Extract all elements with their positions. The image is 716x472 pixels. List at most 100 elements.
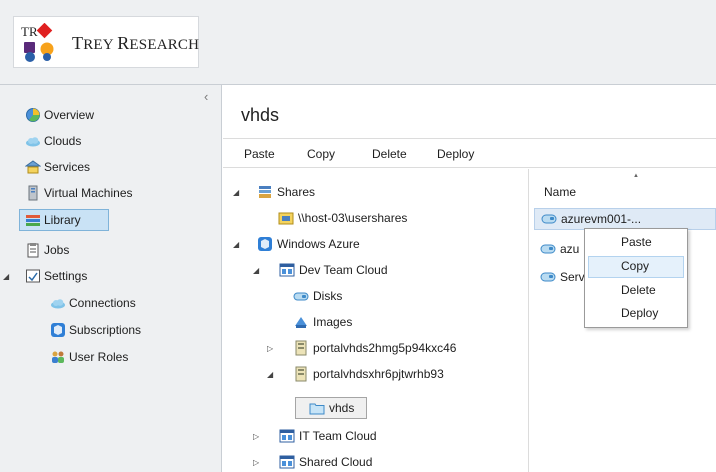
list-row[interactable]: azu — [540, 238, 579, 260]
virtual-machine-icon — [28, 185, 38, 201]
list-row-label: azu — [560, 242, 580, 256]
nav-item-label: Jobs — [44, 243, 70, 257]
tree-node-images[interactable]: Images — [293, 311, 352, 333]
page-title: vhds — [241, 105, 280, 125]
nav-item-overview[interactable]: Overview — [25, 104, 94, 126]
context-menu-paste[interactable]: Paste — [588, 232, 684, 254]
toolbar: Paste Copy Delete Deploy — [223, 138, 716, 168]
nav-item-library[interactable]: Library — [19, 209, 109, 231]
services-icon — [25, 160, 41, 174]
tree-node-it-team-cloud[interactable]: ▷ IT Team Cloud — [253, 425, 377, 447]
tree-node-portalvhds2hmg5p94kxc46[interactable]: ▷ portalvhds2hmg5p94kxc46 — [267, 337, 456, 359]
header-bar: TR TREY RESEARCH — [0, 0, 716, 85]
tree-node-label: vhds — [329, 401, 355, 415]
tree-node-vhds[interactable]: vhds — [295, 397, 368, 419]
collapsed-arrow-icon[interactable]: ▷ — [267, 344, 279, 353]
list-row[interactable]: Serv — [540, 266, 585, 288]
tree-node-label: IT Team Cloud — [299, 429, 377, 443]
library-icon — [26, 215, 40, 226]
copy-button[interactable]: Copy — [307, 147, 335, 161]
tree-node-label: Shares — [277, 185, 316, 199]
nav-item-clouds[interactable]: Clouds — [25, 130, 81, 152]
nav-item-label: User Roles — [69, 350, 129, 364]
nav-item-jobs[interactable]: Jobs — [25, 239, 69, 261]
tree-node-shares[interactable]: ◢ Shares — [233, 181, 315, 203]
tree-node-label: Disks — [313, 289, 343, 303]
tree-node-label: Dev Team Cloud — [299, 263, 388, 277]
disk-icon — [541, 214, 557, 224]
column-header-name[interactable]: Name — [544, 185, 576, 199]
disk-icon — [540, 244, 556, 254]
subscriptions-icon — [51, 323, 65, 337]
nav-item-user-roles[interactable]: User Roles — [50, 346, 128, 368]
tree-node-label: portalvhdsxhr6pjtwrhb93 — [313, 367, 444, 381]
context-menu-copy[interactable]: Copy — [588, 256, 684, 278]
nav-item-virtual-machines[interactable]: Virtual Machines — [25, 182, 133, 204]
library-tree: ◢ Shares \\host-03\usershares ◢ Windows … — [223, 169, 529, 472]
folder-icon — [309, 403, 325, 415]
tree-node-label: Images — [313, 315, 353, 329]
nav-item-services[interactable]: Services — [25, 156, 90, 178]
nav-item-label: Clouds — [44, 134, 82, 148]
tree-node-label: \\host-03\usershares — [298, 211, 408, 225]
storage-container-icon — [295, 340, 307, 356]
disk-icon — [293, 292, 309, 301]
tree-node-windows-azure[interactable]: ◢ Windows Azure — [233, 233, 360, 255]
paste-button[interactable]: Paste — [244, 147, 275, 161]
nav-item-label: Overview — [44, 108, 95, 122]
settings-icon — [26, 269, 40, 283]
nav-item-label: Library — [44, 213, 81, 227]
nav-item-label: Virtual Machines — [44, 186, 133, 200]
tree-node-dev-team-cloud[interactable]: ◢ Dev Team Cloud — [253, 259, 388, 281]
network-share-icon — [278, 212, 294, 225]
overview-icon — [26, 108, 40, 122]
tree-node-disks[interactable]: Disks — [293, 285, 342, 307]
tree-node-label: Shared Cloud — [299, 455, 373, 469]
disk-icon — [540, 272, 556, 282]
tree-node-shared-cloud[interactable]: ▷ Shared Cloud — [253, 451, 372, 472]
collapse-nav-icon[interactable]: ‹ — [204, 89, 208, 104]
expanded-arrow-icon[interactable]: ◢ — [233, 188, 245, 197]
sort-ascending-icon[interactable]: ▲ — [633, 173, 639, 179]
jobs-icon — [27, 243, 39, 258]
nav-item-settings[interactable]: Settings — [25, 265, 87, 287]
user-roles-icon — [52, 351, 64, 363]
collapsed-arrow-icon[interactable]: ▷ — [253, 458, 265, 467]
logo-wordmark: TREY RESEARCH — [72, 33, 200, 53]
settings-expand-icon[interactable]: ◢ — [3, 272, 9, 281]
shares-icon — [259, 186, 271, 198]
svg-text:TR: TR — [21, 24, 38, 39]
collapsed-arrow-icon[interactable]: ▷ — [253, 432, 265, 441]
context-menu-delete[interactable]: Delete — [588, 280, 684, 302]
tree-node-portalvhdsxhr6pjtwrhb93[interactable]: ◢ portalvhdsxhr6pjtwrhb93 — [267, 363, 444, 385]
nav-item-label: Settings — [44, 269, 88, 283]
context-menu-deploy[interactable]: Deploy — [588, 303, 684, 325]
cloud-window-icon — [279, 455, 295, 469]
nav-item-label: Subscriptions — [69, 323, 142, 337]
list-row-label: azurevm001-... — [561, 212, 642, 226]
deploy-button[interactable]: Deploy — [437, 147, 474, 161]
tree-node-label: portalvhds2hmg5p94kxc46 — [313, 341, 457, 355]
delete-button[interactable]: Delete — [372, 147, 407, 161]
nav-item-label: Services — [44, 160, 91, 174]
expanded-arrow-icon[interactable]: ◢ — [267, 370, 279, 379]
storage-container-icon — [295, 366, 307, 382]
nav-item-connections[interactable]: Connections — [50, 292, 136, 314]
tree-node-label: Windows Azure — [277, 237, 360, 251]
expanded-arrow-icon[interactable]: ◢ — [253, 266, 265, 275]
expanded-arrow-icon[interactable]: ◢ — [233, 240, 245, 249]
connections-icon — [51, 299, 65, 309]
nav-item-label: Connections — [69, 296, 136, 310]
trey-research-logo: TR TREY RESEARCH — [13, 16, 199, 68]
images-icon — [295, 317, 307, 328]
context-menu: Paste Copy Delete Deploy — [584, 228, 688, 328]
logo-mark-icon: TR — [21, 23, 54, 62]
windows-azure-icon — [258, 237, 272, 251]
cloud-window-icon — [279, 263, 295, 277]
list-row[interactable]: azurevm001-... — [534, 208, 716, 230]
tree-node-host-share[interactable]: \\host-03\usershares — [278, 207, 407, 229]
cloud-icon — [26, 137, 40, 147]
cloud-window-icon — [279, 429, 295, 443]
list-row-label: Serv — [560, 270, 585, 284]
nav-item-subscriptions[interactable]: Subscriptions — [50, 319, 141, 341]
